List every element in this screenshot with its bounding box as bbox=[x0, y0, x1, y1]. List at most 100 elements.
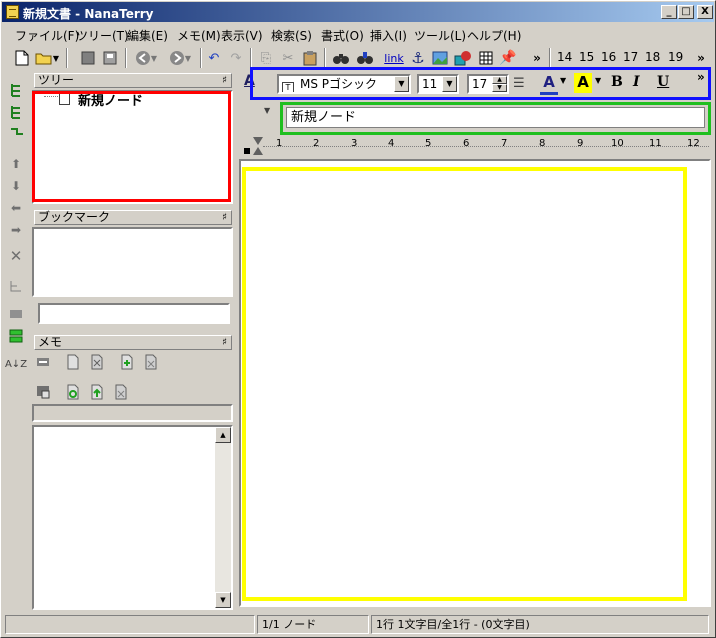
memo-pane-pin-icon[interactable]: ♯ bbox=[222, 336, 227, 349]
close-button[interactable]: X bbox=[697, 5, 713, 19]
anchor-icon[interactable]: ⚓ bbox=[408, 47, 428, 69]
highlight-dropdown-icon[interactable]: ▼ bbox=[595, 76, 601, 85]
forward-icon[interactable]: ▼ bbox=[164, 47, 196, 69]
memo-import-icon[interactable] bbox=[112, 383, 130, 401]
tree-indent-icon[interactable] bbox=[7, 125, 25, 143]
list-format-icon[interactable]: ☰ bbox=[513, 76, 529, 92]
memo-title-field[interactable] bbox=[32, 404, 233, 422]
toolbar-number-16[interactable]: 16 bbox=[601, 50, 616, 64]
left-indent-marker-icon[interactable] bbox=[253, 147, 263, 155]
menu-memo[interactable]: メモ(M) bbox=[177, 27, 221, 44]
cut-icon[interactable]: ✂ bbox=[278, 47, 298, 69]
open-folder-icon[interactable]: ▼ bbox=[34, 47, 60, 69]
paste-icon[interactable] bbox=[300, 47, 320, 69]
memo-gray-icon[interactable] bbox=[7, 305, 25, 323]
menu-search[interactable]: 検索(S) bbox=[271, 27, 312, 44]
memo-new-icon[interactable] bbox=[64, 353, 82, 371]
ruler[interactable]: 1 2 3 4 5 6 7 8 9 10 11 12 bbox=[241, 137, 711, 157]
memo-scrollbar[interactable]: ▲ ▼ bbox=[215, 427, 231, 608]
toolbar-number-14[interactable]: 14 bbox=[557, 50, 572, 64]
menu-view[interactable]: 表示(V) bbox=[221, 27, 263, 44]
memo-collapse-icon[interactable] bbox=[34, 353, 52, 371]
tab-stop-icon[interactable] bbox=[244, 148, 250, 154]
move-up-icon[interactable]: ⬆ bbox=[7, 155, 25, 173]
delete-node-icon[interactable]: ✕ bbox=[7, 247, 25, 265]
menu-insert[interactable]: 挿入(I) bbox=[370, 27, 407, 44]
undo-icon[interactable]: ↶ bbox=[204, 47, 224, 69]
insert-image-icon[interactable] bbox=[430, 47, 450, 69]
memo-delete-icon[interactable] bbox=[88, 353, 106, 371]
menu-edit[interactable]: 編集(E) bbox=[127, 27, 168, 44]
tree-pane-pin-icon[interactable]: ♯ bbox=[222, 74, 227, 87]
tree-expand-icon[interactable] bbox=[7, 81, 25, 99]
minimize-button[interactable]: _ bbox=[661, 5, 677, 19]
memo-image-icon[interactable] bbox=[34, 383, 52, 401]
bookmark-input[interactable] bbox=[38, 303, 230, 324]
menu-tools[interactable]: ツール(L) bbox=[414, 27, 466, 44]
move-down-icon[interactable]: ⬇ bbox=[7, 177, 25, 195]
node-name-dropdown-icon[interactable]: ▼ bbox=[264, 106, 270, 115]
editor-highlight-box bbox=[242, 167, 687, 601]
move-left-icon[interactable]: ⬅ bbox=[7, 199, 25, 217]
tree-collapse-icon[interactable] bbox=[7, 103, 25, 121]
toolbar-separator bbox=[66, 48, 68, 68]
ruler-mark: 12 bbox=[687, 138, 700, 149]
memo-text-area[interactable]: ▲ ▼ bbox=[32, 425, 233, 610]
scroll-down-arrow-icon[interactable]: ▼ bbox=[215, 592, 231, 608]
copy-icon[interactable]: ⎘ bbox=[256, 47, 276, 69]
sort-az-icon[interactable]: A↓Z bbox=[5, 355, 27, 373]
pin-icon[interactable]: 📌 bbox=[498, 47, 518, 69]
bookmark-pane-pin-icon[interactable]: ♯ bbox=[222, 211, 227, 224]
scroll-up-arrow-icon[interactable]: ▲ bbox=[215, 427, 231, 443]
format-overflow-chevron[interactable]: » bbox=[697, 70, 705, 84]
memo-add-green-icon[interactable] bbox=[118, 353, 136, 371]
font-color-icon[interactable]: A bbox=[540, 73, 558, 95]
new-document-icon[interactable] bbox=[12, 47, 32, 69]
first-indent-marker-icon[interactable] bbox=[253, 137, 263, 145]
app-icon[interactable] bbox=[6, 5, 19, 19]
font-color-dropdown-icon[interactable]: ▼ bbox=[560, 76, 566, 85]
toolbar-overflow-chevron-right[interactable]: » bbox=[694, 47, 708, 69]
bookmark-list[interactable] bbox=[32, 227, 233, 297]
italic-button[interactable]: I bbox=[633, 74, 640, 90]
memo-remove-icon[interactable] bbox=[142, 353, 160, 371]
underline-button[interactable]: U bbox=[657, 74, 669, 90]
menu-help[interactable]: ヘルプ(H) bbox=[467, 27, 521, 44]
font-name-combo[interactable]: T MS Pゴシック ▼ bbox=[277, 74, 411, 94]
title-bar[interactable]: 新規文書 - NanaTerry _ □ X bbox=[2, 2, 714, 22]
memo-export-icon[interactable] bbox=[88, 383, 106, 401]
font-size-combo[interactable]: 11 ▼ bbox=[417, 74, 459, 94]
insert-table-icon[interactable] bbox=[476, 47, 496, 69]
save-icon[interactable] bbox=[78, 47, 98, 69]
maximize-button[interactable]: □ bbox=[678, 5, 694, 19]
back-icon[interactable]: ▼ bbox=[130, 47, 162, 69]
menu-file[interactable]: ファイル(F) bbox=[15, 27, 79, 44]
insert-link-button[interactable]: link bbox=[382, 47, 406, 69]
find-all-icon[interactable] bbox=[354, 47, 376, 69]
memo-green-icon[interactable] bbox=[7, 327, 25, 345]
menu-tree[interactable]: ツリー(T) bbox=[76, 27, 129, 44]
redo-icon[interactable]: ↷ bbox=[226, 47, 246, 69]
save-all-icon[interactable] bbox=[100, 47, 120, 69]
insert-object-icon[interactable] bbox=[452, 47, 474, 69]
toolbar-separator bbox=[324, 48, 326, 68]
highlight-color-icon[interactable]: A bbox=[574, 73, 592, 93]
toolbar-overflow-chevron[interactable]: » bbox=[530, 47, 544, 69]
memo-refresh-icon[interactable] bbox=[64, 383, 82, 401]
move-right-icon[interactable]: ➡ bbox=[7, 221, 25, 239]
bold-button[interactable]: B bbox=[611, 74, 623, 90]
spin-down-icon[interactable]: ▼ bbox=[492, 84, 507, 92]
toolbar-number-15[interactable]: 15 bbox=[579, 50, 594, 64]
menu-format[interactable]: 書式(O) bbox=[321, 27, 364, 44]
node-name-input[interactable]: 新規ノード bbox=[286, 107, 705, 128]
tree-structure-icon[interactable] bbox=[7, 277, 25, 295]
toolbar-number-19[interactable]: 19 bbox=[668, 50, 683, 64]
font-size-dropdown-icon[interactable]: ▼ bbox=[442, 76, 457, 92]
line-spacing-spinner[interactable]: 17 ▲ ▼ bbox=[467, 74, 509, 94]
spin-up-icon[interactable]: ▲ bbox=[492, 76, 507, 84]
font-name-dropdown-icon[interactable]: ▼ bbox=[394, 76, 409, 92]
ruler-mark: 4 bbox=[388, 138, 395, 149]
find-icon[interactable] bbox=[330, 47, 352, 69]
toolbar-number-18[interactable]: 18 bbox=[645, 50, 660, 64]
toolbar-number-17[interactable]: 17 bbox=[623, 50, 638, 64]
